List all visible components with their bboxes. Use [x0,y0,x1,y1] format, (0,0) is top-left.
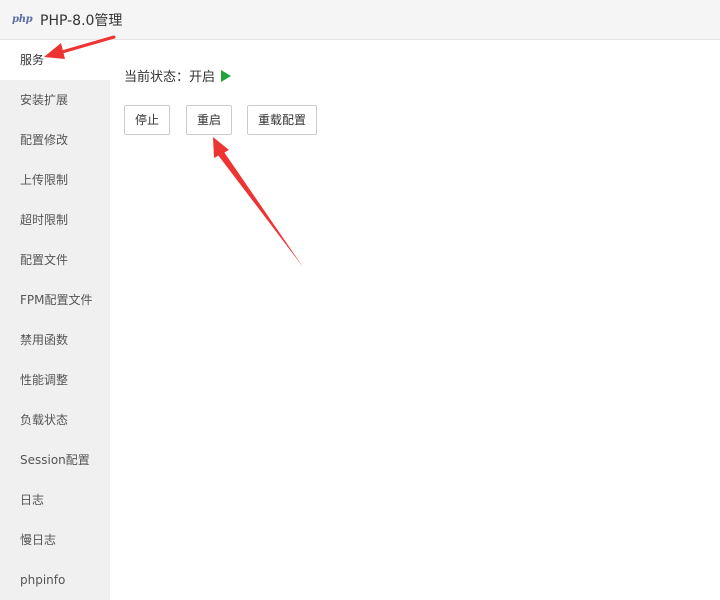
title-bar: php PHP-8.0管理 [0,0,720,40]
sidebar: 服务 安装扩展 配置修改 上传限制 超时限制 配置文件 FPM配置文件 禁用函数… [0,40,110,600]
sidebar-item-session-config[interactable]: Session配置 [0,440,110,480]
php-logo-icon: php [12,14,33,25]
sidebar-item-load-status[interactable]: 负载状态 [0,400,110,440]
restart-button[interactable]: 重启 [186,105,233,135]
sidebar-item-config-modify[interactable]: 配置修改 [0,120,110,160]
php-manager-window: php PHP-8.0管理 服务 安装扩展 配置修改 上传限制 超时限制 配置文… [0,0,720,600]
stop-button[interactable]: 停止 [124,105,171,135]
sidebar-item-service[interactable]: 服务 [0,40,110,80]
sidebar-item-install-extensions[interactable]: 安装扩展 [0,80,110,120]
sidebar-item-timeout-limit[interactable]: 超时限制 [0,200,110,240]
sidebar-item-disabled-functions[interactable]: 禁用函数 [0,320,110,360]
status-label: 当前状态： [124,70,190,85]
reload-config-button[interactable]: 重载配置 [247,105,318,135]
sidebar-item-slow-log[interactable]: 慢日志 [0,520,110,560]
service-panel: 当前状态： 开启 停止 重启 重载配置 [110,40,720,600]
window-title: PHP-8.0管理 [40,12,123,29]
sidebar-item-config-file[interactable]: 配置文件 [0,240,110,280]
play-icon [221,69,232,82]
sidebar-item-phpinfo[interactable]: phpinfo [0,560,110,600]
sidebar-item-upload-limit[interactable]: 上传限制 [0,160,110,200]
status-value: 开启 [189,70,216,85]
sidebar-item-fpm-config-file[interactable]: FPM配置文件 [0,280,110,320]
sidebar-item-log[interactable]: 日志 [0,480,110,520]
current-status: 当前状态： 开启 [124,66,232,85]
sidebar-item-performance-tuning[interactable]: 性能调整 [0,360,110,400]
